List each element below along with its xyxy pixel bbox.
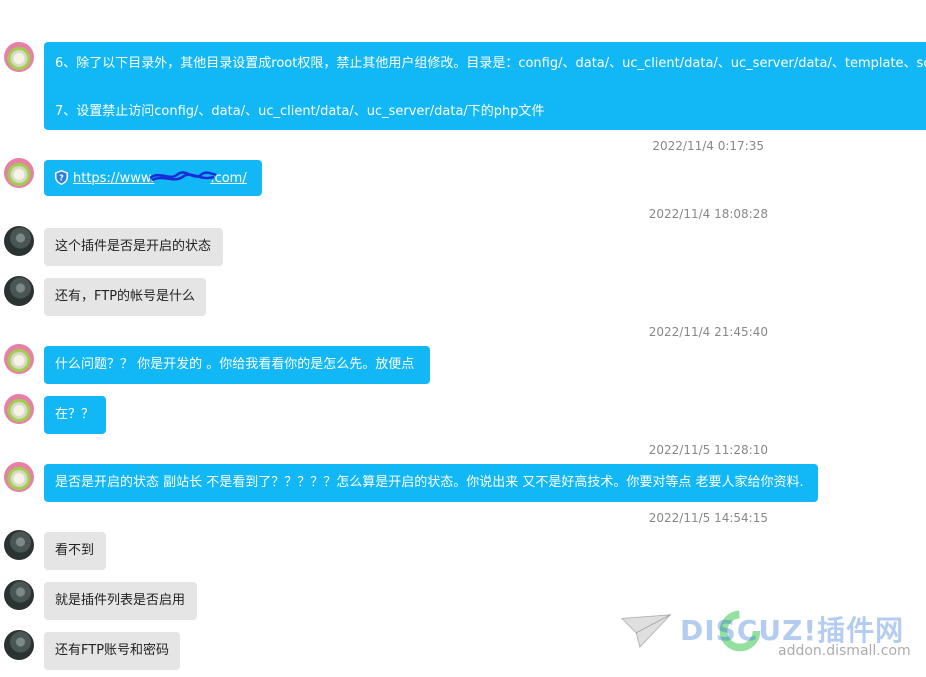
message-bubble: 还有，FTP的帐号是什么 (44, 278, 206, 316)
shield-icon: ? (55, 170, 68, 185)
message-bubble: 这个插件是否是开启的状态 (44, 228, 223, 266)
message-bubble: ? https://www. .com/ (44, 160, 262, 196)
avatar[interactable] (4, 462, 34, 492)
timestamp: 2022/11/5 14:54:15 (648, 511, 768, 525)
message-bubble: 还有FTP账号和密码 (44, 632, 180, 670)
avatar[interactable] (4, 276, 34, 306)
avatar[interactable] (4, 630, 34, 660)
avatar[interactable] (4, 42, 34, 72)
message-line: 6、除了以下目录外，其他目录设置成root权限，禁止其他用户组修改。目录是：co… (55, 56, 926, 71)
message-bubble: 看不到 (44, 532, 106, 570)
message-bubble: 什么问题？？ 你是开发的 。你给我看看你的是怎么先。放便点 (44, 346, 430, 384)
link-prefix: https://www. (73, 171, 155, 186)
timestamp: 2022/11/4 21:45:40 (648, 325, 768, 339)
message-line: 7、设置禁止访问config/、data/、uc_client/data/、uc… (55, 104, 545, 119)
svg-text:?: ? (59, 174, 64, 183)
message-bubble: 就是插件列表是否启用 (44, 582, 197, 620)
timestamp: 2022/11/5 11:28:10 (648, 443, 768, 457)
timestamp: 2022/11/4 0:17:35 (652, 139, 764, 153)
avatar[interactable] (4, 158, 34, 188)
avatar[interactable] (4, 394, 34, 424)
watermark: DISCUZ!插件网 addon.dismall.com (620, 605, 911, 665)
paper-plane-icon (620, 614, 672, 649)
avatar[interactable] (4, 530, 34, 560)
watermark-url: addon.dismall.com (778, 643, 911, 659)
avatar[interactable] (4, 580, 34, 610)
message-bubble: 6、除了以下目录外，其他目录设置成root权限，禁止其他用户组修改。目录是：co… (44, 42, 926, 130)
redaction-scribble (149, 171, 217, 182)
timestamp: 2022/11/4 18:08:28 (648, 207, 768, 221)
message-bubble: 是否是开启的状态 副站长 不是看到了？？？？？怎么算是开启的状态。你说出来 又不… (44, 464, 818, 502)
avatar[interactable] (4, 226, 34, 256)
message-bubble: 在？？ (44, 396, 106, 434)
avatar[interactable] (4, 344, 34, 374)
